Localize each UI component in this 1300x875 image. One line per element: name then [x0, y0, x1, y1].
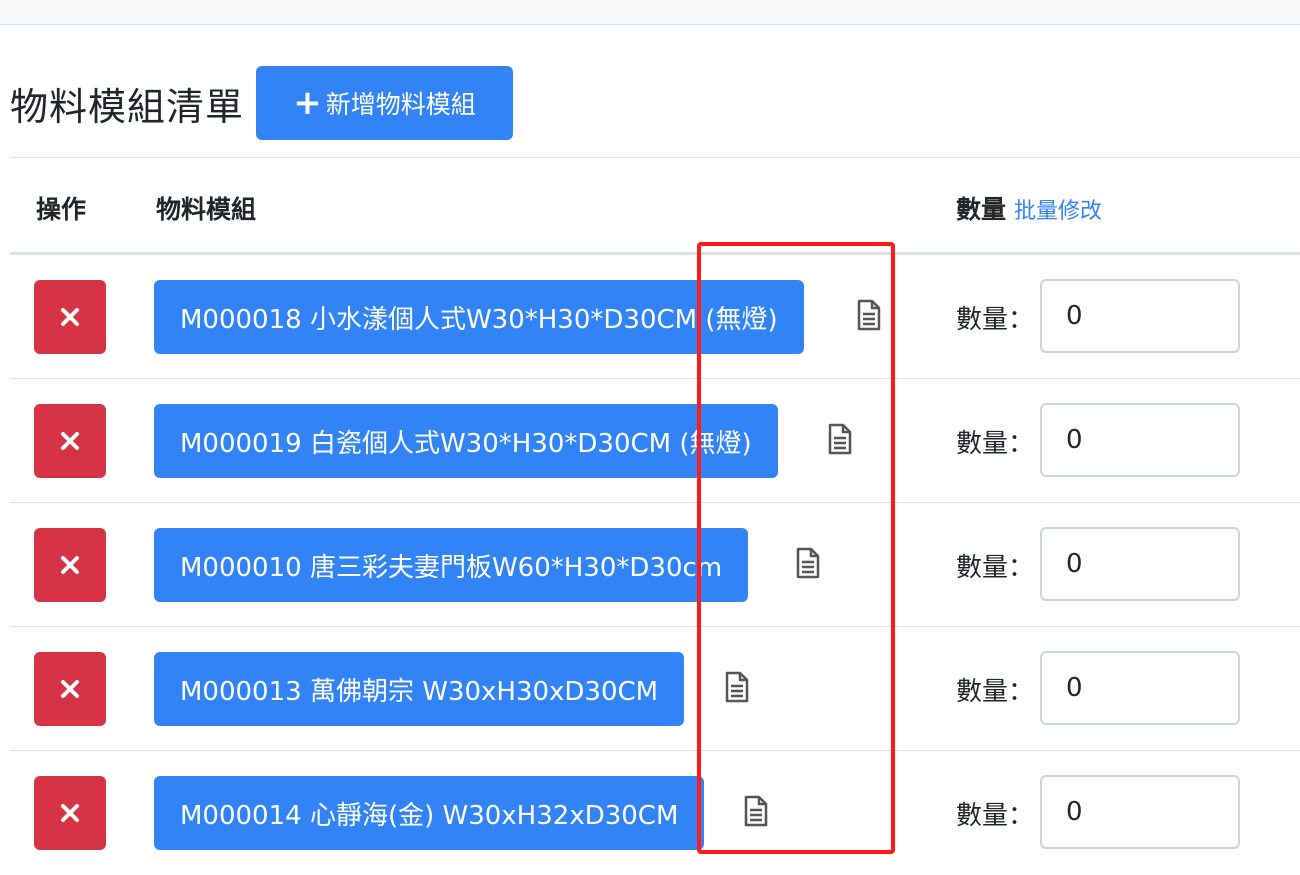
column-header-action: 操作 — [36, 195, 87, 224]
column-header-module: 物料模組 — [156, 195, 257, 224]
close-icon — [61, 556, 79, 574]
quantity-input[interactable] — [1040, 651, 1240, 725]
table-row: M000014 心靜海(金) W30xH32xD30CM 數量： — [10, 751, 1300, 875]
table-row: M000019 白瓷個人式W30*H30*D30CM (無燈) 數量： — [10, 379, 1300, 503]
close-icon — [61, 804, 79, 822]
table-row: M000013 萬佛朝宗 W30xH30xD30CM 數量： — [10, 627, 1300, 751]
module-item-button[interactable]: M000018 小水漾個人式W30*H30*D30CM (無燈) — [154, 280, 804, 354]
module-item-button[interactable]: M000019 白瓷個人式W30*H30*D30CM (無燈) — [154, 404, 778, 478]
quantity-label: 數量： — [956, 553, 1035, 583]
table-row: M000010 唐三彩夫妻門板W60*H30*D30cm 數量： — [10, 503, 1300, 627]
page-title: 物料模組清單 — [10, 84, 245, 129]
delete-button[interactable] — [34, 404, 106, 478]
document-icon[interactable] — [827, 423, 853, 455]
quantity-label: 數量： — [956, 801, 1035, 831]
quantity-header-label: 數量 — [956, 195, 1007, 224]
document-icon[interactable] — [724, 671, 750, 703]
module-item-button[interactable]: M000013 萬佛朝宗 W30xH30xD30CM — [154, 652, 685, 726]
page-header: 物料模組清單 + 新增物料模組 — [10, 66, 514, 140]
document-icon[interactable] — [856, 299, 882, 331]
add-module-label: 新增物料模組 — [325, 90, 476, 119]
delete-button[interactable] — [34, 528, 106, 602]
table-row: M000018 小水漾個人式W30*H30*D30CM (無燈) 數量： — [10, 255, 1300, 379]
document-icon[interactable] — [743, 795, 769, 827]
close-icon — [61, 432, 79, 450]
add-module-button[interactable]: + 新增物料模組 — [256, 66, 514, 140]
column-header-quantity: 數量 批量修改 — [956, 190, 1102, 226]
module-item-button[interactable]: M000014 心靜海(金) W30xH32xD30CM — [154, 776, 705, 850]
plus-icon: + — [293, 83, 322, 123]
document-icon[interactable] — [795, 547, 821, 579]
divider — [10, 157, 1300, 158]
quantity-input[interactable] — [1040, 403, 1240, 477]
quantity-label: 數量： — [956, 429, 1035, 459]
delete-button[interactable] — [34, 280, 106, 354]
delete-button[interactable] — [34, 652, 106, 726]
quantity-input[interactable] — [1040, 279, 1240, 353]
delete-button[interactable] — [34, 776, 106, 850]
close-icon — [61, 308, 79, 326]
quantity-input[interactable] — [1040, 775, 1240, 849]
quantity-label: 數量： — [956, 677, 1035, 707]
module-item-button[interactable]: M000010 唐三彩夫妻門板W60*H30*D30cm — [154, 528, 749, 602]
batch-edit-link[interactable]: 批量修改 — [1014, 199, 1102, 224]
quantity-label: 數量： — [956, 305, 1035, 335]
top-bar — [0, 0, 1300, 25]
close-icon — [61, 680, 79, 698]
quantity-input[interactable] — [1040, 527, 1240, 601]
